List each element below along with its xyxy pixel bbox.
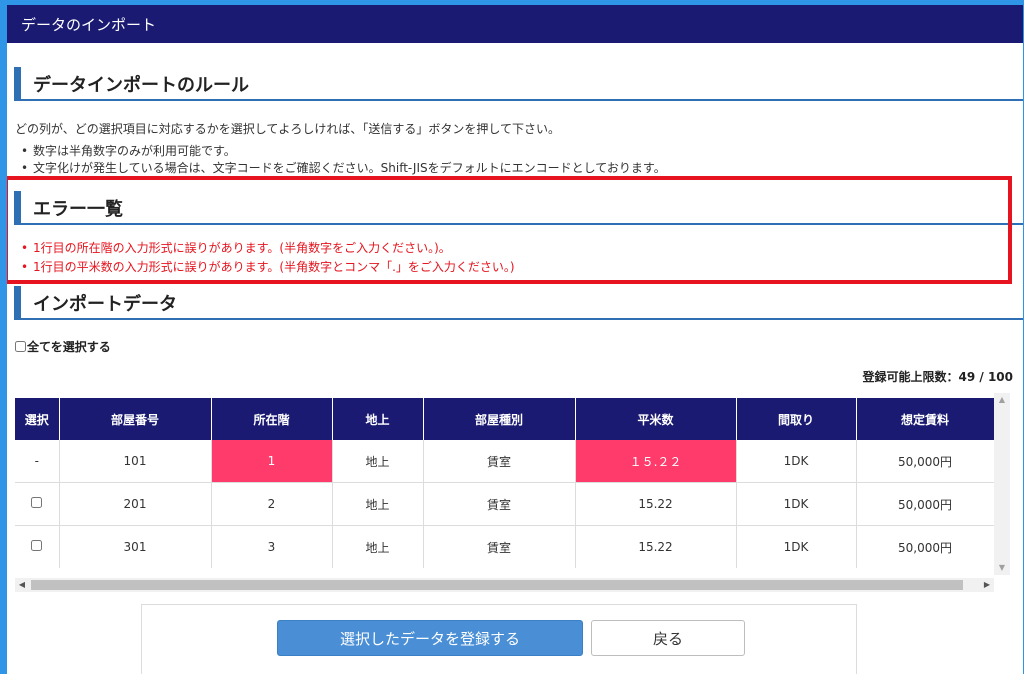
table-vertical-scrollbar[interactable]: ▲ ▼ <box>994 393 1010 575</box>
window-title: データのインポート <box>21 16 157 34</box>
above-ground-cell: 地上 <box>332 525 424 568</box>
room-type-cell: 賃室 <box>423 525 576 568</box>
column-header: 部屋番号 <box>59 398 212 440</box>
scroll-right-arrow-icon[interactable]: ▶ <box>980 578 994 592</box>
rules-intro: どの列が、どの選択項目に対応するかを選択してよろしければ、「送信する」ボタンを押… <box>15 122 561 136</box>
error-highlight-box <box>7 176 1012 284</box>
column-header: 選択 <box>15 398 60 440</box>
back-button[interactable]: 戻る <box>591 620 745 656</box>
register-selected-button[interactable]: 選択したデータを登録する <box>277 620 583 656</box>
room-type-cell: 賃室 <box>423 440 576 483</box>
room-type-cell: 賃室 <box>423 482 576 526</box>
registration-limit: 登録可能上限数：49 / 100 <box>862 370 1014 384</box>
import-window: データのインポート データインポートのルール どの列が、どの選択項目に対応するか… <box>7 5 1023 674</box>
layout-cell: 1DK <box>736 440 857 483</box>
select-cell <box>15 525 60 568</box>
rules-list: 数字は半角数字のみが利用可能です。 文字化けが発生している場合は、文字コードをご… <box>21 143 666 177</box>
rules-list-item: 数字は半角数字のみが利用可能です。 <box>21 143 666 160</box>
area-cell: 15.22 <box>575 482 737 526</box>
area-cell: 15.22 <box>575 525 737 568</box>
rules-section-heading: データインポートのルール <box>14 67 1023 101</box>
layout-cell: 1DK <box>736 482 857 526</box>
column-header: 地上 <box>332 398 424 440</box>
table-row: 301 3 地上 賃室 15.22 1DK 50,000円 <box>15 525 994 568</box>
import-heading: インポートデータ <box>33 294 177 315</box>
room-number-cell: 301 <box>59 525 212 568</box>
table-row: - 101 1 地上 賃室 １５.２２ 1DK 50,000円 <box>15 440 994 483</box>
floor-cell: 3 <box>211 525 333 568</box>
column-header: 平米数 <box>575 398 737 440</box>
horizontal-scroll-thumb[interactable] <box>31 580 963 590</box>
table-horizontal-scrollbar[interactable]: ◀ ▶ <box>15 578 994 592</box>
above-ground-cell: 地上 <box>332 482 424 526</box>
room-number-cell: 201 <box>59 482 212 526</box>
select-all-label: 全てを選択する <box>27 340 111 354</box>
select-cell <box>15 482 60 526</box>
rent-cell: 50,000円 <box>856 440 994 483</box>
column-header: 間取り <box>736 398 857 440</box>
title-bar: データのインポート <box>7 5 1023 43</box>
scroll-left-arrow-icon[interactable]: ◀ <box>15 578 29 592</box>
rent-cell: 50,000円 <box>856 482 994 526</box>
row-select-checkbox[interactable] <box>31 540 43 551</box>
floor-cell: 2 <box>211 482 333 526</box>
vertical-scroll-thumb[interactable] <box>997 407 1007 557</box>
scroll-down-arrow-icon[interactable]: ▼ <box>994 561 1010 575</box>
floor-cell-error: 1 <box>211 440 333 483</box>
rent-cell: 50,000円 <box>856 525 994 568</box>
rules-list-item: 文字化けが発生している場合は、文字コードをご確認ください。Shift-JISをデ… <box>21 160 666 177</box>
select-all-control[interactable]: 全てを選択する <box>15 338 111 355</box>
import-table-container[interactable]: 選択 部屋番号 所在階 地上 部屋種別 平米数 間取り 想定賃料 - 101 1… <box>15 398 994 568</box>
scroll-up-arrow-icon[interactable]: ▲ <box>994 393 1010 407</box>
room-number-cell: 101 <box>59 440 212 483</box>
layout-cell: 1DK <box>736 525 857 568</box>
column-header: 想定賃料 <box>856 398 994 440</box>
column-header: 部屋種別 <box>423 398 576 440</box>
table-row: 201 2 地上 賃室 15.22 1DK 50,000円 <box>15 482 994 526</box>
above-ground-cell: 地上 <box>332 440 424 483</box>
row-select-checkbox[interactable] <box>31 497 43 508</box>
rules-heading: データインポートのルール <box>33 75 249 96</box>
table-header-row: 選択 部屋番号 所在階 地上 部屋種別 平米数 間取り 想定賃料 <box>15 398 994 440</box>
column-header: 所在階 <box>211 398 333 440</box>
area-cell-error: １５.２２ <box>575 440 737 483</box>
select-all-checkbox[interactable] <box>15 341 26 352</box>
import-section-heading: インポートデータ <box>14 286 1023 320</box>
import-table: 選択 部屋番号 所在階 地上 部屋種別 平米数 間取り 想定賃料 - 101 1… <box>15 398 994 568</box>
select-cell: - <box>15 440 60 483</box>
